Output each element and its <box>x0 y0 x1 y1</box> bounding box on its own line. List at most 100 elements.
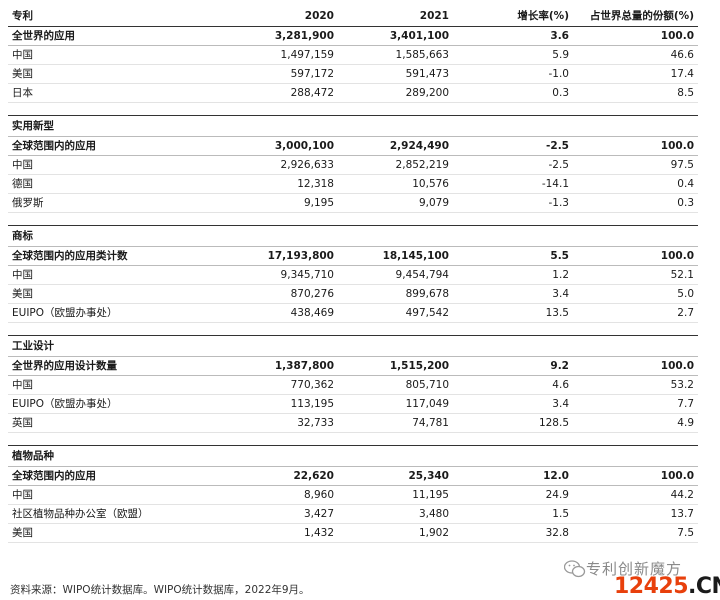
watermark-site: 12425.CN <box>614 574 720 599</box>
cell-y2021: 11,195 <box>338 485 453 505</box>
table-total-row: 全球范围内的应用 22,620 25,340 12.0 100.0 <box>8 466 698 486</box>
cell-share: 52.1 <box>573 265 698 285</box>
cell-y2020: 597,172 <box>238 64 338 84</box>
cell-share: 100.0 <box>573 136 698 156</box>
cell-name: 中国 <box>8 375 238 395</box>
header-growth: 增长率(%) <box>453 6 573 27</box>
cell-y2020: 32,733 <box>238 413 338 433</box>
source-note: 资料来源：WIPO统计数据库。WIPO统计数据库，2022年9月。 <box>10 584 310 596</box>
cell-growth: 5.5 <box>453 246 573 266</box>
wechat-icon <box>564 560 586 578</box>
cell-growth: 32.8 <box>453 523 573 543</box>
cell-y2020: 22,620 <box>238 466 338 486</box>
cell-growth: -2.5 <box>453 136 573 156</box>
cell-y2020: 113,195 <box>238 394 338 414</box>
cell-growth: 3.4 <box>453 394 573 414</box>
table-header-row: 专利 2020 2021 增长率(%) 占世界总量的份额(%) <box>8 6 698 27</box>
cell-growth: 12.0 <box>453 466 573 486</box>
cell-growth: -1.0 <box>453 64 573 84</box>
table-row: 日本 288,472 289,200 0.3 8.5 <box>8 83 698 103</box>
cell-share: 13.7 <box>573 504 698 524</box>
table-row: 中国 9,345,710 9,454,794 1.2 52.1 <box>8 265 698 285</box>
section-divider <box>8 102 698 116</box>
header-2021: 2021 <box>338 6 453 27</box>
cell-y2021: 1,515,200 <box>338 356 453 376</box>
table-row: 中国 2,926,633 2,852,219 -2.5 97.5 <box>8 155 698 175</box>
cell-growth: 13.5 <box>453 303 573 323</box>
cell-y2020: 12,318 <box>238 174 338 194</box>
table-row: 美国 597,172 591,473 -1.0 17.4 <box>8 64 698 84</box>
cell-growth: -14.1 <box>453 174 573 194</box>
cell-y2020: 3,427 <box>238 504 338 524</box>
cell-y2021: 2,924,490 <box>338 136 453 156</box>
cell-share: 17.4 <box>573 64 698 84</box>
cell-share: 97.5 <box>573 155 698 175</box>
cell-growth: -1.3 <box>453 193 573 213</box>
table-row: 美国 870,276 899,678 3.4 5.0 <box>8 284 698 304</box>
cell-y2021: 9,079 <box>338 193 453 213</box>
cell-y2021: 74,781 <box>338 413 453 433</box>
table-total-row: 全世界的应用设计数量 1,387,800 1,515,200 9.2 100.0 <box>8 356 698 376</box>
table-row: 德国 12,318 10,576 -14.1 0.4 <box>8 174 698 194</box>
cell-y2021: 10,576 <box>338 174 453 194</box>
cell-share: 100.0 <box>573 26 698 46</box>
cell-y2021: 497,542 <box>338 303 453 323</box>
section-title: 实用新型 <box>12 120 54 132</box>
cell-share: 4.9 <box>573 413 698 433</box>
cell-growth: 3.4 <box>453 284 573 304</box>
cell-name: 德国 <box>8 174 238 194</box>
cell-growth: 0.3 <box>453 83 573 103</box>
cell-y2020: 8,960 <box>238 485 338 505</box>
watermark-site-domain: .CN <box>688 574 720 599</box>
table-row: EUIPO（欧盟办事处） 113,195 117,049 3.4 7.7 <box>8 394 698 414</box>
table-row: EUIPO（欧盟办事处） 438,469 497,542 13.5 2.7 <box>8 303 698 323</box>
cell-name: 中国 <box>8 45 238 65</box>
section-divider <box>8 432 698 446</box>
header-share: 占世界总量的份额(%) <box>573 6 698 27</box>
cell-growth: 24.9 <box>453 485 573 505</box>
cell-share: 7.7 <box>573 394 698 414</box>
cell-name: 中国 <box>8 155 238 175</box>
cell-y2020: 1,432 <box>238 523 338 543</box>
cell-y2020: 770,362 <box>238 375 338 395</box>
cell-y2020: 3,000,100 <box>238 136 338 156</box>
cell-share: 8.5 <box>573 83 698 103</box>
cell-growth: 1.5 <box>453 504 573 524</box>
cell-y2020: 870,276 <box>238 284 338 304</box>
cell-growth: -2.5 <box>453 155 573 175</box>
cell-share: 100.0 <box>573 246 698 266</box>
cell-share: 7.5 <box>573 523 698 543</box>
cell-y2021: 899,678 <box>338 284 453 304</box>
section-divider <box>8 322 698 336</box>
section-title-row: 植物品种 <box>8 446 698 467</box>
cell-y2021: 2,852,219 <box>338 155 453 175</box>
cell-name: 美国 <box>8 64 238 84</box>
cell-name: 社区植物品种办公室（欧盟） <box>8 504 238 524</box>
cell-growth: 128.5 <box>453 413 573 433</box>
cell-y2020: 1,387,800 <box>238 356 338 376</box>
cell-y2021: 805,710 <box>338 375 453 395</box>
cell-share: 0.4 <box>573 174 698 194</box>
section-title-row: 实用新型 <box>8 116 698 137</box>
cell-name: 全球范围内的应用 <box>8 136 238 156</box>
cell-y2020: 2,926,633 <box>238 155 338 175</box>
cell-y2021: 1,585,663 <box>338 45 453 65</box>
cell-y2020: 9,195 <box>238 193 338 213</box>
cell-y2020: 3,281,900 <box>238 26 338 46</box>
section-title: 植物品种 <box>12 450 54 462</box>
table-row: 中国 1,497,159 1,585,663 5.9 46.6 <box>8 45 698 65</box>
cell-y2021: 1,902 <box>338 523 453 543</box>
watermark-site-number: 12425 <box>614 574 689 599</box>
cell-share: 44.2 <box>573 485 698 505</box>
section-title: 商标 <box>12 230 33 242</box>
table-total-row: 全球范围内的应用 3,000,100 2,924,490 -2.5 100.0 <box>8 136 698 156</box>
cell-y2021: 289,200 <box>338 83 453 103</box>
cell-y2020: 438,469 <box>238 303 338 323</box>
cell-growth: 1.2 <box>453 265 573 285</box>
table-row: 中国 8,960 11,195 24.9 44.2 <box>8 485 698 505</box>
cell-y2021: 3,401,100 <box>338 26 453 46</box>
cell-y2021: 591,473 <box>338 64 453 84</box>
cell-name: 全球范围内的应用类计数 <box>8 246 238 266</box>
cell-share: 5.0 <box>573 284 698 304</box>
cell-y2021: 117,049 <box>338 394 453 414</box>
